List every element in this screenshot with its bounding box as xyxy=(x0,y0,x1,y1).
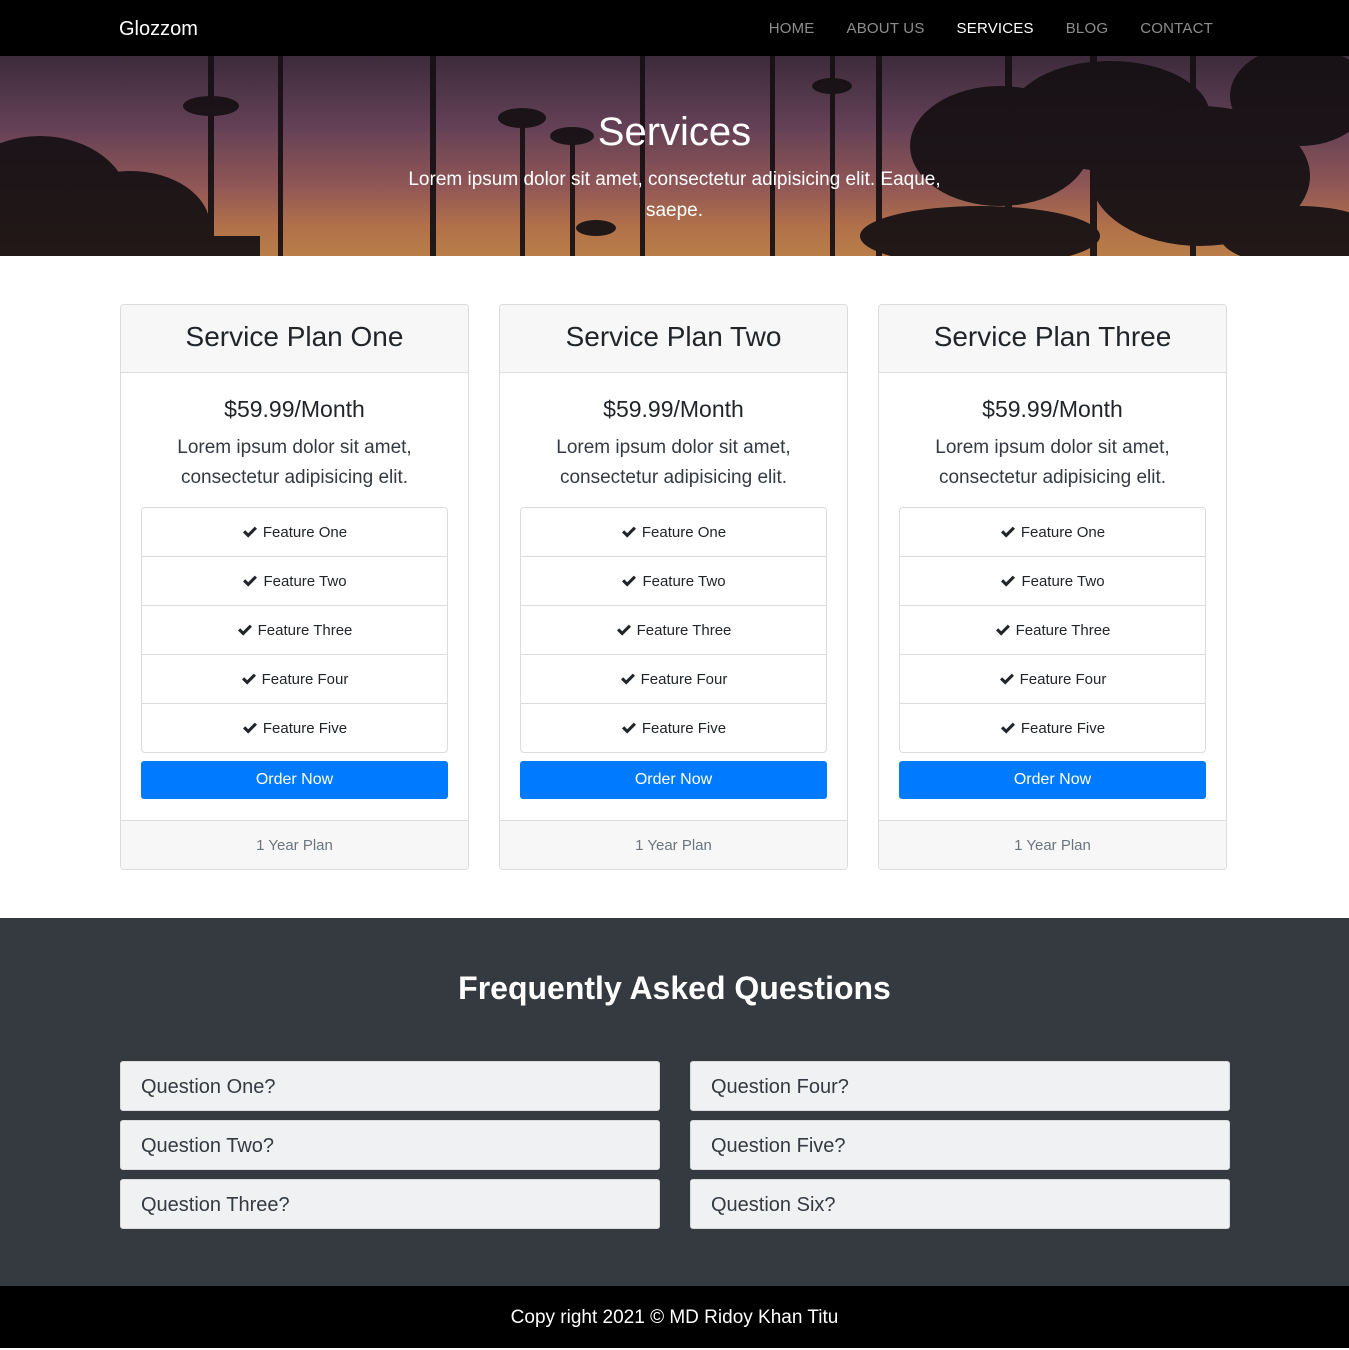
hero-text: Lorem ipsum dolor sit amet, consectetur … xyxy=(408,169,941,221)
brand-logo[interactable]: Glozzom xyxy=(119,16,198,42)
faq-question[interactable]: Question Four? xyxy=(690,1061,1230,1111)
faq-question[interactable]: Question Three? xyxy=(120,1179,660,1229)
check-icon xyxy=(242,526,257,538)
feature-label: Feature Four xyxy=(640,670,728,688)
feature-item: Feature Five xyxy=(521,704,826,752)
plan-duration: 1 Year Plan xyxy=(879,820,1226,869)
plan-title: Service Plan Two xyxy=(500,305,847,373)
plan-price: $59.99/Month xyxy=(603,396,744,422)
check-icon xyxy=(999,673,1014,685)
feature-item: Feature One xyxy=(142,508,447,557)
nav-link-about-us[interactable]: ABOUT US xyxy=(847,18,925,40)
check-icon xyxy=(237,624,252,636)
check-icon xyxy=(242,722,257,734)
plan-duration: 1 Year Plan xyxy=(121,820,468,869)
feature-label: Feature Five xyxy=(262,719,348,737)
feature-item: Feature Two xyxy=(900,557,1205,606)
feature-item: Feature Five xyxy=(142,704,447,752)
plan-price: $59.99/Month xyxy=(224,396,365,422)
faq-accordion: Question One? Question Two? Question Thr… xyxy=(120,1061,1230,1229)
plan-card: Service Plan Two $59.99/Month Lorem ipsu… xyxy=(499,304,848,870)
copyright-text: Copy right 2021 © MD Ridoy Khan Titu xyxy=(510,1307,839,1328)
nav-link-contact[interactable]: CONTACT xyxy=(1140,18,1213,40)
plan-description: Lorem ipsum dolor sit amet, consectetur … xyxy=(177,437,412,488)
order-now-button[interactable]: Order Now xyxy=(141,761,448,799)
feature-list: Feature One Feature Two Feature Three Fe… xyxy=(520,507,827,753)
feature-list: Feature One Feature Two Feature Three Fe… xyxy=(899,507,1206,753)
feature-label: Feature Five xyxy=(641,719,727,737)
check-icon xyxy=(620,673,635,685)
check-icon xyxy=(995,624,1010,636)
order-now-button[interactable]: Order Now xyxy=(520,761,827,799)
check-icon xyxy=(241,673,256,685)
nav-link-home[interactable]: HOME xyxy=(769,18,815,40)
plan-card: Service Plan Three $59.99/Month Lorem ip… xyxy=(878,304,1227,870)
feature-item: Feature Three xyxy=(900,606,1205,655)
feature-item: Feature One xyxy=(521,508,826,557)
plan-duration: 1 Year Plan xyxy=(500,820,847,869)
feature-label: Feature One xyxy=(1020,523,1106,541)
feature-label: Feature One xyxy=(262,523,348,541)
nav-link-services[interactable]: SERVICES xyxy=(957,18,1034,40)
hero-title: Services xyxy=(597,110,752,154)
check-icon xyxy=(1000,722,1015,734)
feature-item: Feature Three xyxy=(521,606,826,655)
feature-item: Feature Two xyxy=(142,557,447,606)
nav-link-blog[interactable]: BLOG xyxy=(1066,18,1108,40)
feature-item: Feature One xyxy=(900,508,1205,557)
feature-item: Feature Four xyxy=(900,655,1205,704)
feature-item: Feature Two xyxy=(521,557,826,606)
feature-item: Feature Five xyxy=(900,704,1205,752)
hero-banner: Services Lorem ipsum dolor sit amet, con… xyxy=(0,56,1349,256)
order-now-button[interactable]: Order Now xyxy=(899,761,1206,799)
navbar: Glozzom HOME ABOUT US SERVICES BLOG CONT… xyxy=(0,0,1349,56)
feature-item: Feature Four xyxy=(521,655,826,704)
faq-section: Frequently Asked Questions Question One?… xyxy=(0,918,1349,1286)
feature-label: Feature Three xyxy=(257,621,353,639)
feature-label: Feature Four xyxy=(261,670,349,688)
check-icon xyxy=(1001,575,1016,587)
faq-question[interactable]: Question Six? xyxy=(690,1179,1230,1229)
feature-label: Feature One xyxy=(641,523,727,541)
plan-title: Service Plan One xyxy=(121,305,468,373)
feature-label: Feature Two xyxy=(642,572,726,590)
service-plans: Service Plan One $59.99/Month Lorem ipsu… xyxy=(120,304,1229,870)
feature-label: Feature Four xyxy=(1019,670,1107,688)
faq-question[interactable]: Question Two? xyxy=(120,1120,660,1170)
faq-question[interactable]: Question One? xyxy=(120,1061,660,1111)
faq-title: Frequently Asked Questions xyxy=(458,970,891,1006)
plan-description: Lorem ipsum dolor sit amet, consectetur … xyxy=(556,437,791,488)
plan-description: Lorem ipsum dolor sit amet, consectetur … xyxy=(935,437,1170,488)
feature-item: Feature Four xyxy=(142,655,447,704)
palm-trees-background-image xyxy=(0,56,1349,256)
feature-label: Feature Two xyxy=(1021,572,1105,590)
feature-list: Feature One Feature Two Feature Three Fe… xyxy=(141,507,448,753)
check-icon xyxy=(243,575,258,587)
check-icon xyxy=(621,526,636,538)
plan-price: $59.99/Month xyxy=(982,396,1123,422)
check-icon xyxy=(616,624,631,636)
check-icon xyxy=(622,575,637,587)
plan-card: Service Plan One $59.99/Month Lorem ipsu… xyxy=(120,304,469,870)
feature-label: Feature Three xyxy=(636,621,732,639)
feature-label: Feature Two xyxy=(263,572,347,590)
nav-links: HOME ABOUT US SERVICES BLOG CONTACT xyxy=(769,18,1213,40)
plan-title: Service Plan Three xyxy=(879,305,1226,373)
feature-label: Feature Five xyxy=(1020,719,1106,737)
feature-item: Feature Three xyxy=(142,606,447,655)
faq-question[interactable]: Question Five? xyxy=(690,1120,1230,1170)
page-footer: Copy right 2021 © MD Ridoy Khan Titu xyxy=(0,1286,1349,1348)
check-icon xyxy=(1000,526,1015,538)
check-icon xyxy=(621,722,636,734)
feature-label: Feature Three xyxy=(1015,621,1111,639)
